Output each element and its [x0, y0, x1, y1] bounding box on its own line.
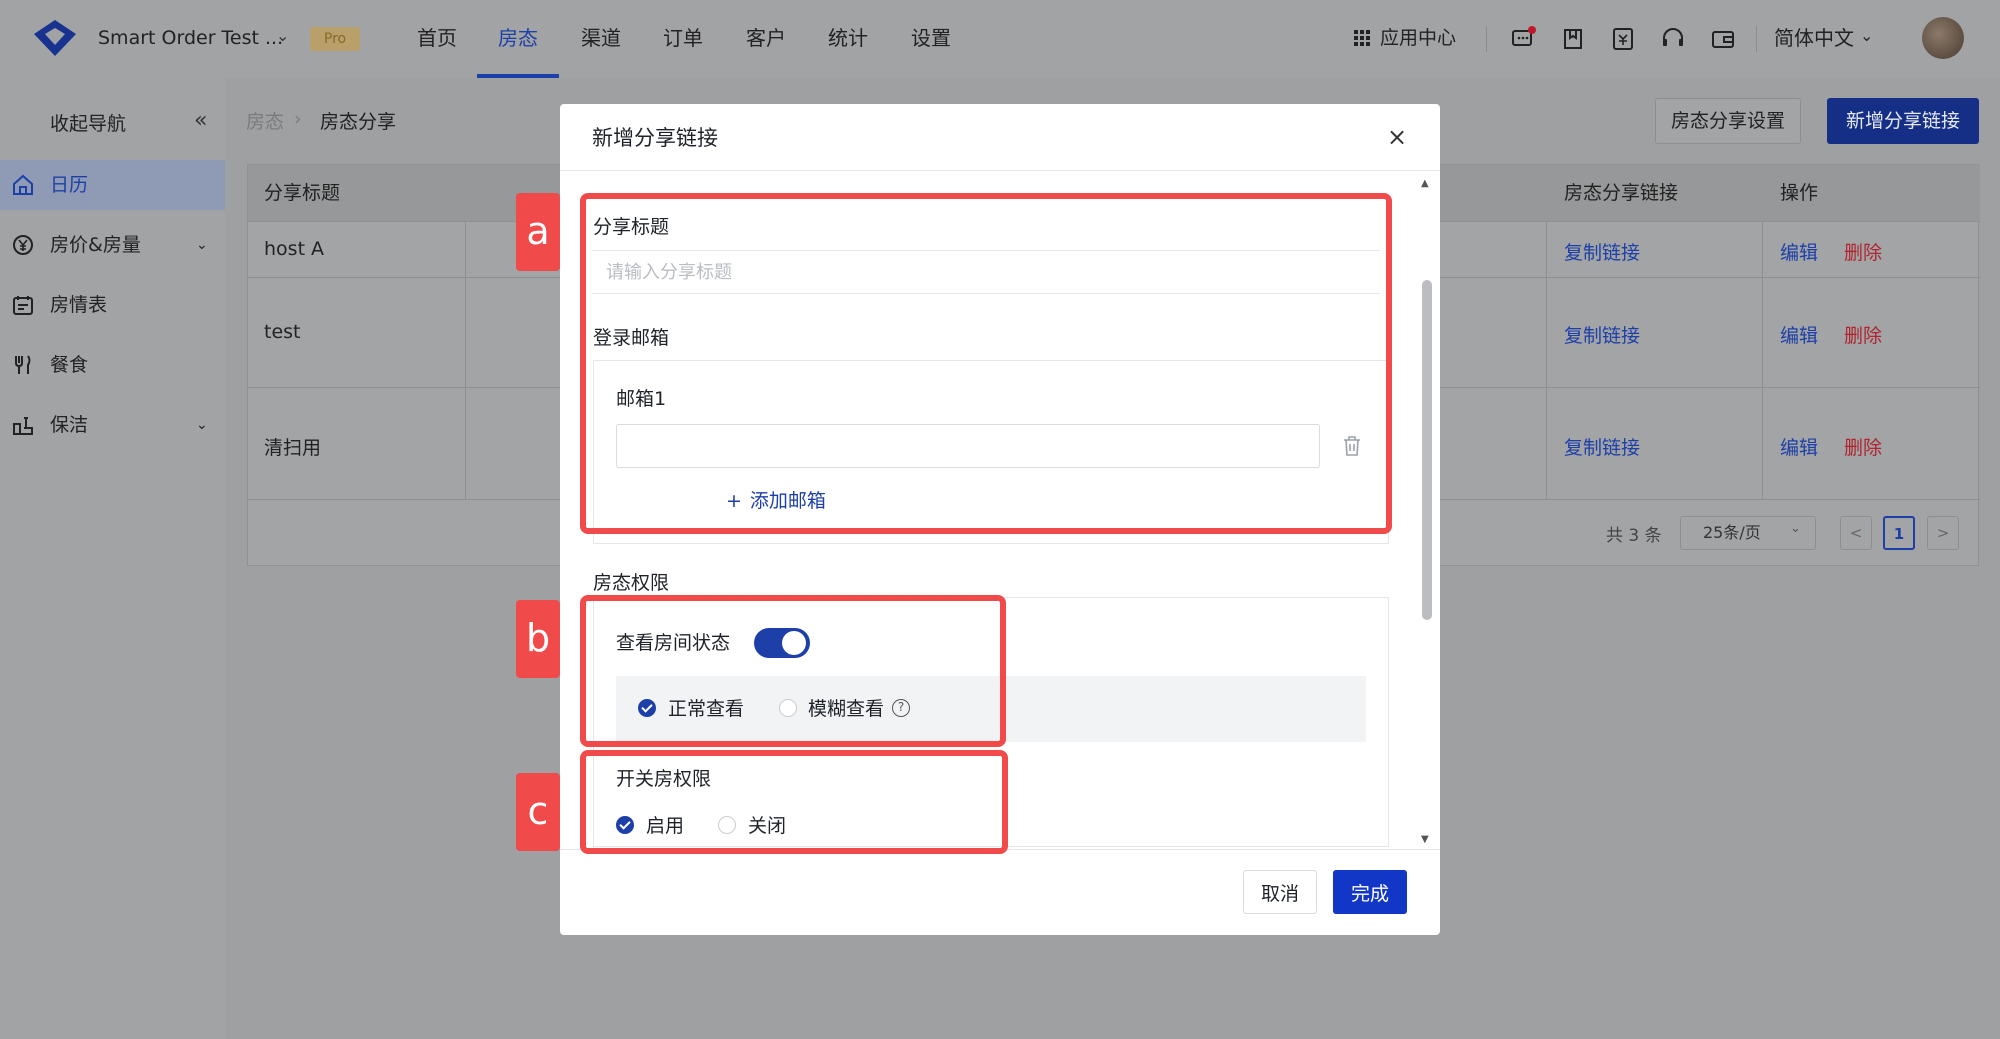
chevron-right-icon: ›: [294, 108, 302, 130]
done-button[interactable]: 完成: [1333, 870, 1407, 914]
divider: [1756, 26, 1757, 52]
column-header-title: 分享标题: [264, 182, 341, 204]
col-divider: [465, 221, 466, 499]
invoice-icon[interactable]: [1610, 26, 1636, 52]
row-title: 清扫用: [264, 437, 322, 459]
close-icon[interactable]: ×: [1382, 122, 1412, 152]
chevron-down-icon[interactable]: ⌄: [196, 400, 208, 450]
collapse-nav-label[interactable]: 收起导航: [50, 110, 126, 138]
room-permission-label: 房态权限: [593, 572, 670, 594]
message-icon[interactable]: [1510, 26, 1536, 52]
delete-button[interactable]: 删除: [1844, 321, 1882, 348]
double-chevron-left-icon[interactable]: «: [194, 108, 207, 133]
scroll-down-icon[interactable]: ▼: [1421, 834, 1429, 845]
sidebar-item-calendar[interactable]: 日历: [0, 160, 225, 210]
chevron-down-icon[interactable]: ⌄: [1790, 521, 1801, 536]
annotation-label-a: a: [516, 193, 560, 271]
next-page-button[interactable]: >: [1927, 516, 1959, 550]
delete-button[interactable]: 删除: [1844, 433, 1882, 460]
sidebar-item-meals[interactable]: 餐食: [0, 340, 225, 390]
calendar-list-icon: [13, 296, 33, 315]
chevron-down-icon[interactable]: ⌄: [1860, 26, 1873, 45]
edit-button[interactable]: 编辑: [1780, 238, 1818, 265]
breadcrumb-room-share: 房态分享: [320, 111, 397, 133]
annotation-box-a: [580, 193, 1392, 534]
nav-tab-customers[interactable]: 客户: [739, 0, 793, 78]
nav-tab-room-status[interactable]: 房态: [477, 0, 559, 78]
nav-tab-orders[interactable]: 订单: [656, 0, 710, 78]
nav-tab-channel[interactable]: 渠道: [574, 0, 628, 78]
fork-knife-icon: [15, 355, 31, 374]
share-settings-button[interactable]: 房态分享设置: [1655, 98, 1801, 144]
nav-tab-statistics[interactable]: 统计: [821, 0, 875, 78]
app-center-link[interactable]: 应用中心: [1380, 24, 1456, 52]
delete-button[interactable]: 删除: [1844, 238, 1882, 265]
nav-tab-settings[interactable]: 设置: [904, 0, 958, 78]
col-divider: [1762, 221, 1763, 499]
sidebar-item-label: 日历: [50, 174, 89, 196]
pagination-total: 共 3 条: [1606, 526, 1662, 546]
app-logo-icon[interactable]: [30, 18, 80, 58]
breadcrumb-room-status[interactable]: 房态: [246, 108, 284, 136]
column-header-ops: 操作: [1780, 182, 1819, 204]
scrollbar-thumb[interactable]: [1422, 280, 1432, 620]
book-icon[interactable]: [1560, 26, 1586, 52]
app-name[interactable]: Smart Order Test ...: [98, 24, 283, 52]
scroll-up-icon[interactable]: ▲: [1421, 178, 1429, 189]
annotation-box-c: [580, 750, 1008, 854]
dialog-title: 新增分享链接: [592, 126, 718, 150]
sidebar-item-cleaning[interactable]: 保洁 ⌄: [0, 400, 225, 450]
new-share-link-button[interactable]: 新增分享链接: [1827, 98, 1979, 144]
sidebar-item-room-report[interactable]: 房情表: [0, 280, 225, 330]
headset-icon[interactable]: [1660, 26, 1686, 52]
top-navigation-bar: [0, 0, 2000, 78]
sidebar-item-rates[interactable]: 房价&房量 ⌄: [0, 220, 225, 270]
prev-page-button[interactable]: <: [1840, 516, 1872, 550]
sidebar-item-label: 房情表: [50, 294, 108, 316]
yen-icon: [13, 235, 33, 255]
column-header-link: 房态分享链接: [1564, 182, 1679, 204]
edit-button[interactable]: 编辑: [1780, 321, 1818, 348]
copy-link-button[interactable]: 复制链接: [1564, 321, 1640, 348]
page-1-button[interactable]: 1: [1883, 516, 1915, 550]
annotation-label-c: c: [516, 773, 560, 851]
sidebar-item-label: 餐食: [50, 354, 89, 376]
home-icon: [13, 174, 33, 195]
chevron-down-icon[interactable]: ⌄: [196, 220, 208, 270]
avatar[interactable]: [1922, 17, 1964, 59]
annotation-box-b: [580, 595, 1006, 747]
row-title: test: [264, 321, 301, 343]
divider: [1486, 26, 1487, 52]
wallet-icon[interactable]: [1710, 26, 1736, 52]
nav-tab-home[interactable]: 首页: [410, 0, 464, 78]
pro-badge: Pro: [310, 27, 360, 51]
sidebar-item-label: 保洁: [50, 414, 89, 436]
row-title: host A: [264, 238, 325, 260]
cleaning-icon: [13, 417, 33, 435]
grid-icon: [1354, 30, 1370, 46]
col-divider: [1546, 221, 1547, 499]
language-selector[interactable]: 简体中文: [1774, 24, 1854, 52]
annotation-label-b: b: [516, 600, 560, 678]
edit-button[interactable]: 编辑: [1780, 433, 1818, 460]
copy-link-button[interactable]: 复制链接: [1564, 433, 1640, 460]
chevron-down-icon[interactable]: ⌄: [276, 26, 289, 45]
sidebar-item-label: 房价&房量: [50, 234, 141, 256]
copy-link-button[interactable]: 复制链接: [1564, 238, 1640, 265]
cancel-button[interactable]: 取消: [1243, 870, 1317, 914]
